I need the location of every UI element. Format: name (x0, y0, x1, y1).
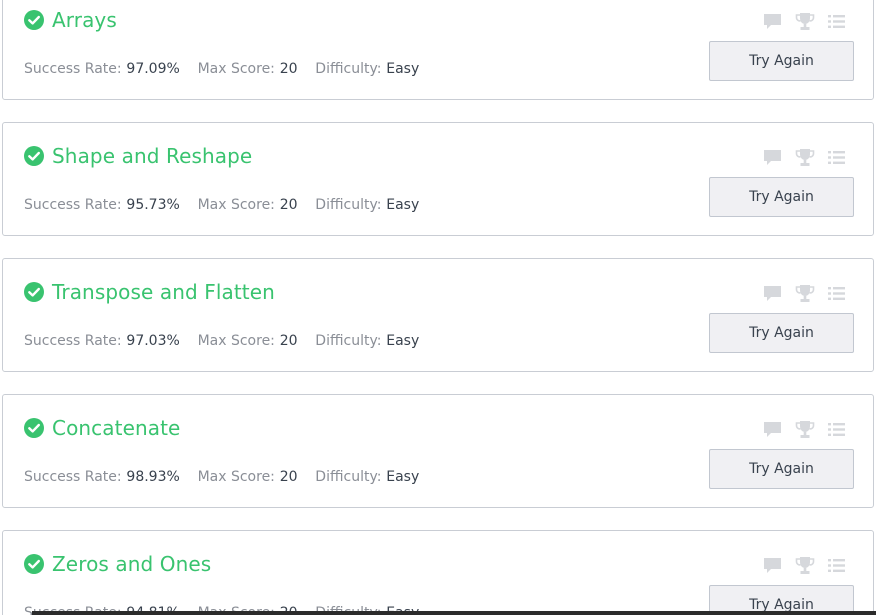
trophy-icon[interactable] (795, 284, 815, 308)
difficulty-value: Easy (386, 333, 420, 349)
list-icon[interactable] (828, 558, 845, 578)
challenge-title[interactable]: Zeros and Ones (52, 552, 211, 576)
success-rate-value: 95.73% (126, 197, 180, 213)
challenge-title[interactable]: Concatenate (52, 416, 180, 440)
max-score-value: 20 (279, 469, 298, 485)
success-rate-value: 97.03% (126, 333, 180, 349)
max-score-label: Max Score: (197, 333, 275, 349)
challenge-action-icons (750, 420, 845, 444)
challenge-stats: Success Rate: 95.73% Max Score: 20 Diffi… (24, 195, 432, 213)
trophy-icon[interactable] (795, 12, 815, 36)
success-rate-label: Success Rate: (24, 197, 122, 213)
max-score-label: Max Score: (197, 197, 275, 213)
difficulty-label: Difficulty: (315, 61, 382, 77)
try-again-button[interactable]: Try Again (709, 41, 854, 81)
difficulty-label: Difficulty: (315, 333, 382, 349)
success-rate-label: Success Rate: (24, 61, 122, 77)
challenge-list: Arrays Success Rate: 97.09% Max Score: 2… (0, 0, 876, 615)
trophy-icon[interactable] (795, 556, 815, 580)
max-score-value: 20 (279, 197, 298, 213)
challenge-card[interactable]: Arrays Success Rate: 97.09% Max Score: 2… (2, 0, 874, 100)
comment-icon[interactable] (763, 557, 782, 579)
list-icon[interactable] (828, 150, 845, 170)
challenge-card[interactable]: Zeros and Ones Success Rate: 94.81% Max … (2, 530, 874, 615)
success-rate-value: 98.93% (126, 469, 180, 485)
challenge-title-row: Concatenate (24, 413, 180, 443)
check-circle-icon (24, 282, 44, 302)
difficulty-value: Easy (386, 469, 420, 485)
success-rate-label: Success Rate: (24, 333, 122, 349)
difficulty-label: Difficulty: (315, 197, 382, 213)
challenge-action-icons (750, 284, 845, 308)
trophy-icon[interactable] (795, 148, 815, 172)
challenge-action-icons (750, 556, 845, 580)
challenge-title-row: Transpose and Flatten (24, 277, 275, 307)
check-circle-icon (24, 146, 44, 166)
challenge-title-row: Shape and Reshape (24, 141, 252, 171)
max-score-value: 20 (279, 333, 298, 349)
challenge-stats: Success Rate: 97.09% Max Score: 20 Diffi… (24, 59, 432, 77)
max-score-value: 20 (279, 61, 298, 77)
check-circle-icon (24, 10, 44, 30)
difficulty-value: Easy (386, 61, 420, 77)
list-icon[interactable] (828, 286, 845, 306)
challenge-action-icons (750, 12, 845, 36)
try-again-button[interactable]: Try Again (709, 449, 854, 489)
comment-icon[interactable] (763, 13, 782, 35)
challenge-card[interactable]: Transpose and Flatten Success Rate: 97.0… (2, 258, 874, 372)
difficulty-label: Difficulty: (315, 469, 382, 485)
comment-icon[interactable] (763, 285, 782, 307)
difficulty-value: Easy (386, 197, 420, 213)
challenge-title[interactable]: Transpose and Flatten (52, 280, 275, 304)
challenge-stats: Success Rate: 97.03% Max Score: 20 Diffi… (24, 331, 432, 349)
check-circle-icon (24, 418, 44, 438)
list-icon[interactable] (828, 14, 845, 34)
challenge-title[interactable]: Arrays (52, 8, 117, 32)
max-score-label: Max Score: (197, 61, 275, 77)
challenge-card[interactable]: Shape and Reshape Success Rate: 95.73% M… (2, 122, 874, 236)
challenge-title-row: Zeros and Ones (24, 549, 211, 579)
success-rate-label: Success Rate: (24, 469, 122, 485)
max-score-label: Max Score: (197, 469, 275, 485)
list-icon[interactable] (828, 422, 845, 442)
try-again-button[interactable]: Try Again (709, 313, 854, 353)
trophy-icon[interactable] (795, 420, 815, 444)
challenge-stats: Success Rate: 98.93% Max Score: 20 Diffi… (24, 467, 432, 485)
comment-icon[interactable] (763, 149, 782, 171)
challenge-title-row: Arrays (24, 5, 117, 35)
horizontal-scrollbar[interactable] (32, 611, 876, 615)
comment-icon[interactable] (763, 421, 782, 443)
challenge-card[interactable]: Concatenate Success Rate: 98.93% Max Sco… (2, 394, 874, 508)
try-again-button[interactable]: Try Again (709, 177, 854, 217)
challenge-action-icons (750, 148, 845, 172)
success-rate-value: 97.09% (126, 61, 180, 77)
check-circle-icon (24, 554, 44, 574)
challenge-title[interactable]: Shape and Reshape (52, 144, 252, 168)
